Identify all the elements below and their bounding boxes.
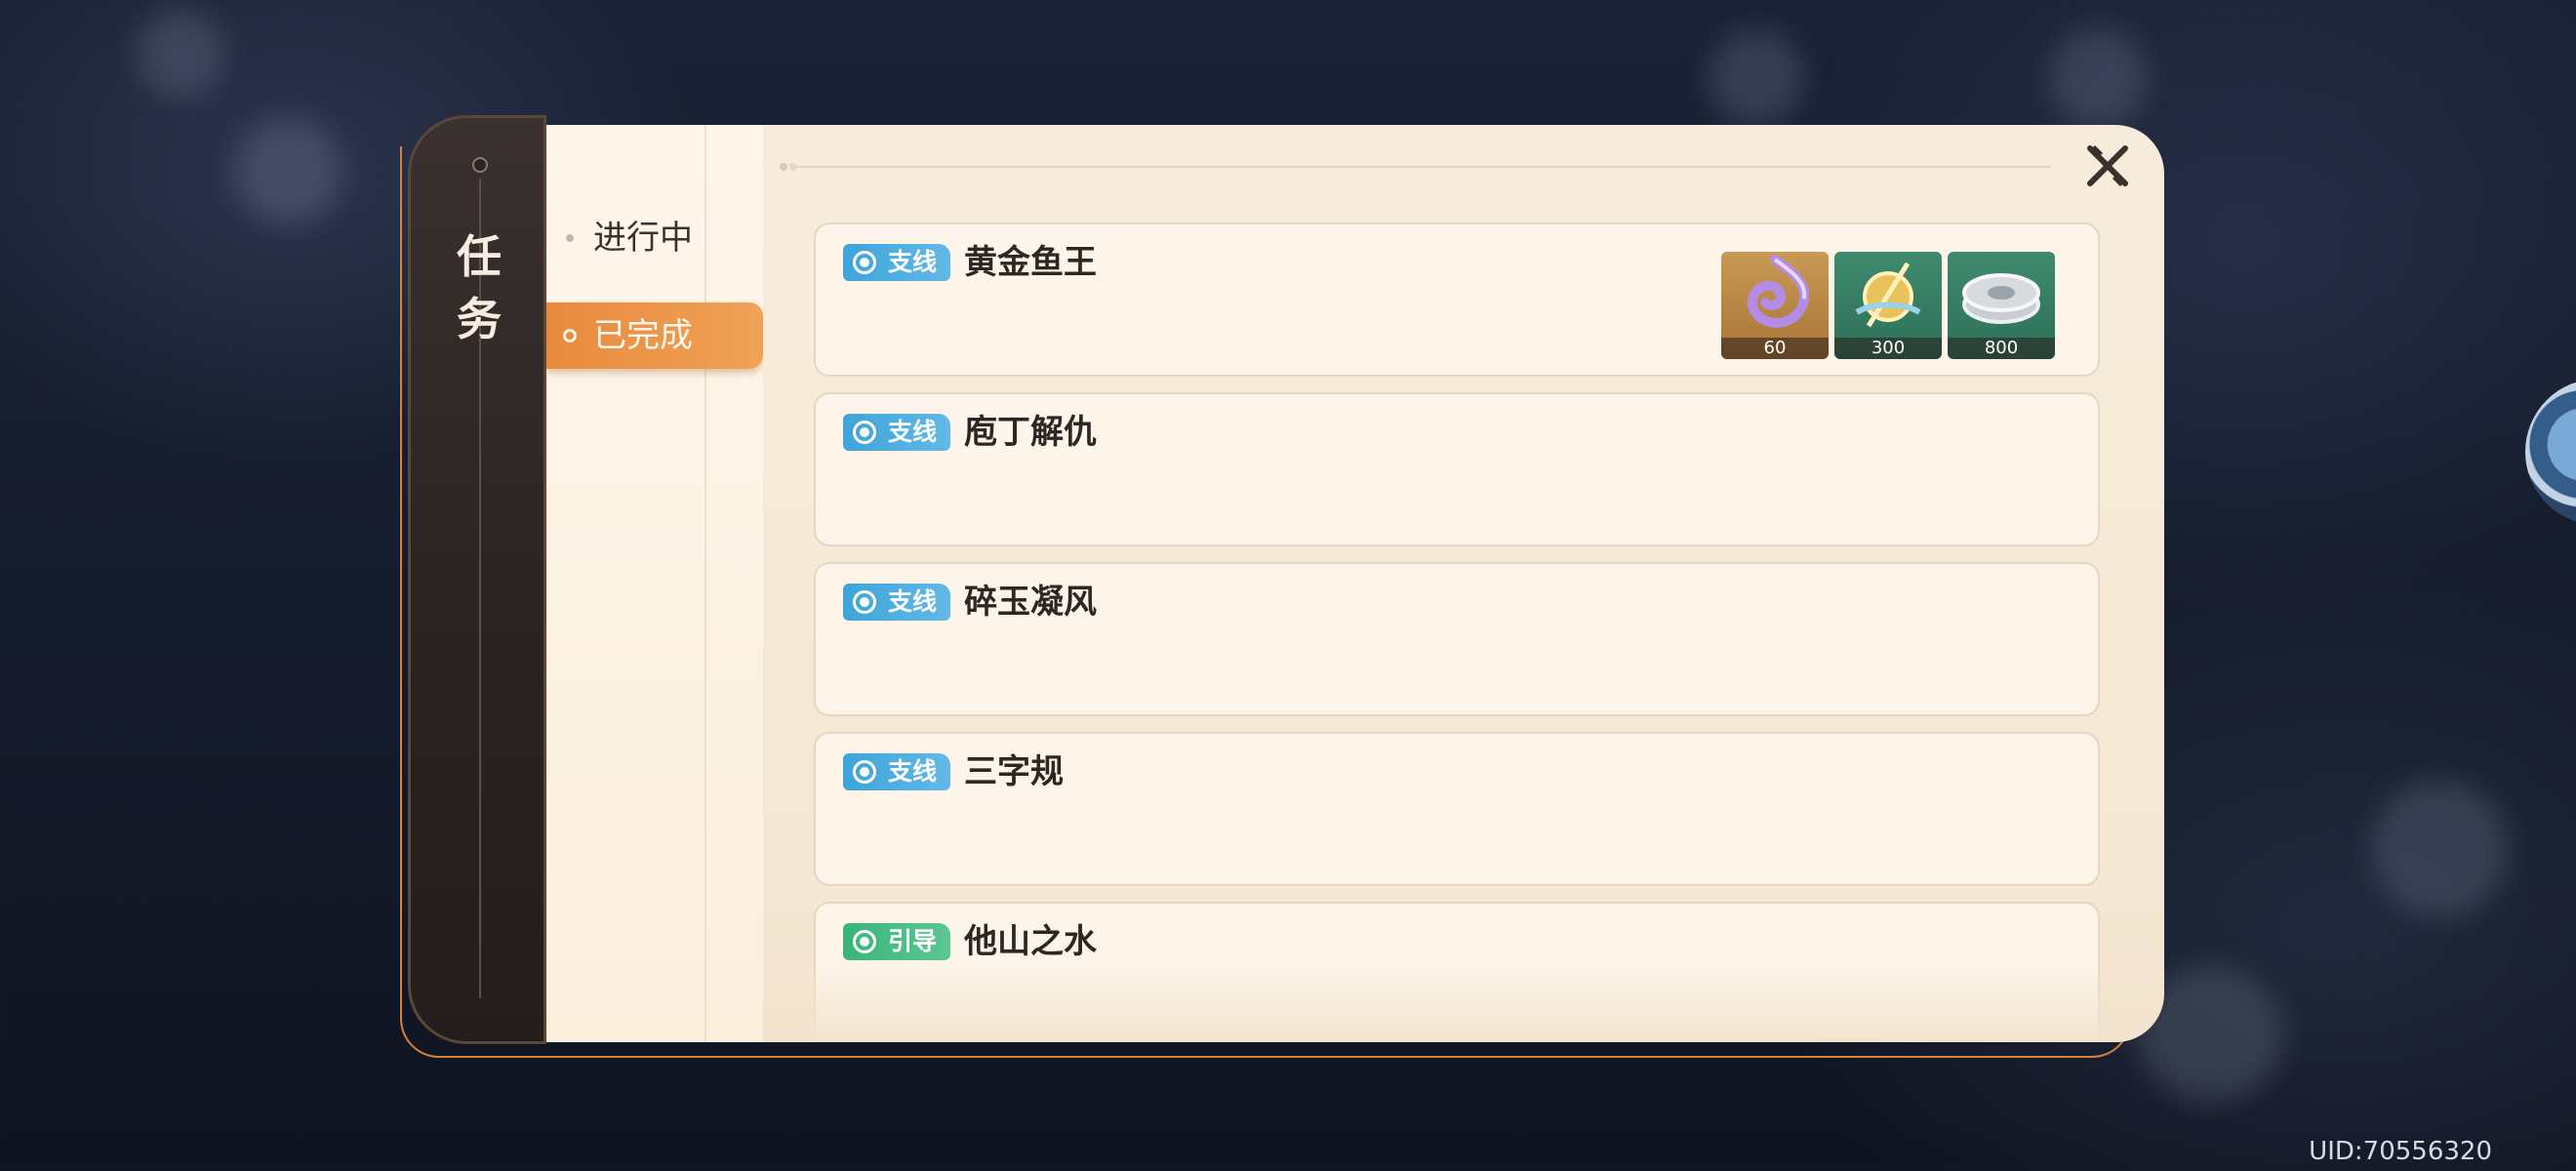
quest-type-tag: 支线 [843, 584, 951, 621]
quest-name: 碎玉凝风 [964, 583, 1097, 622]
reward-count: 60 [1721, 338, 1829, 359]
tag-label: 支线 [888, 418, 938, 446]
tab-completed[interactable]: 已完成 [546, 303, 763, 369]
quest-card[interactable]: 支线 黄金鱼王 60 300 800 [814, 222, 2100, 377]
quest-target-icon [853, 421, 876, 444]
tag-label: 支线 [888, 248, 938, 276]
quest-card[interactable]: 支线 庖丁解仇 [814, 392, 2100, 546]
quest-name: 他山之水 [964, 922, 1097, 961]
quest-target-icon [853, 760, 876, 784]
quest-name: 黄金鱼王 [964, 243, 1097, 282]
tab-label: 进行中 [593, 219, 693, 258]
quest-panel: 任务 进行中 已完成 支线 黄金鱼王 60 300 800 支线 庖丁解仇 支线… [408, 115, 2164, 1044]
reward-item[interactable]: 300 [1834, 252, 1942, 359]
tag-label: 支线 [888, 757, 938, 786]
close-icon[interactable] [2080, 139, 2135, 193]
hero-wit-icon [1855, 262, 1921, 328]
quest-target-icon [853, 590, 876, 614]
list-bottom-fade [763, 964, 2164, 1042]
quest-card[interactable]: 支线 三字规 [814, 732, 2100, 886]
background-blur-shape [137, 10, 224, 98]
background-blur-shape [2371, 781, 2508, 917]
background-blur-shape [1708, 29, 1805, 127]
quest-type-tag: 支线 [843, 753, 951, 790]
reward-list: 60 300 800 [1721, 252, 2055, 359]
tab-label: 已完成 [593, 316, 693, 355]
bullet-icon [563, 329, 577, 343]
tag-label: 支线 [888, 587, 938, 616]
reward-count: 800 [1948, 338, 2055, 359]
reward-item[interactable]: 60 [1721, 252, 1829, 359]
quest-target-icon [853, 930, 876, 953]
primogem-icon [1747, 255, 1810, 328]
quest-target-icon [853, 251, 876, 274]
reward-item[interactable]: 800 [1948, 252, 2055, 359]
background-blur-shape [234, 117, 342, 224]
background-blur-shape [2049, 29, 2147, 127]
quest-list-area[interactable]: 支线 黄金鱼王 60 300 800 支线 庖丁解仇 支线 碎玉凝风 支线 三字… [763, 125, 2164, 1042]
mora-icon [1962, 273, 2040, 324]
bullet-icon [566, 234, 574, 242]
uid-label: UID:70556320 [2309, 1137, 2492, 1166]
quest-type-tag: 支线 [843, 244, 951, 281]
tab-in-progress[interactable]: 进行中 [546, 205, 763, 271]
quest-type-tag: 引导 [843, 923, 951, 960]
panel-title: 任务 [457, 230, 502, 345]
list-top-rule [792, 166, 2051, 168]
quest-status-nav: 进行中 已完成 [546, 125, 763, 1042]
quest-card[interactable]: 支线 碎玉凝风 [814, 562, 2100, 716]
quest-name: 庖丁解仇 [964, 413, 1097, 452]
scroll-knob-icon [472, 157, 488, 173]
reward-count: 300 [1834, 338, 1942, 359]
quest-type-tag: 支线 [843, 414, 951, 451]
scroll-side-bar: 任务 [408, 115, 546, 1044]
side-orb-icon[interactable] [2525, 379, 2576, 525]
tag-label: 引导 [888, 927, 938, 955]
quest-name: 三字规 [964, 752, 1064, 791]
